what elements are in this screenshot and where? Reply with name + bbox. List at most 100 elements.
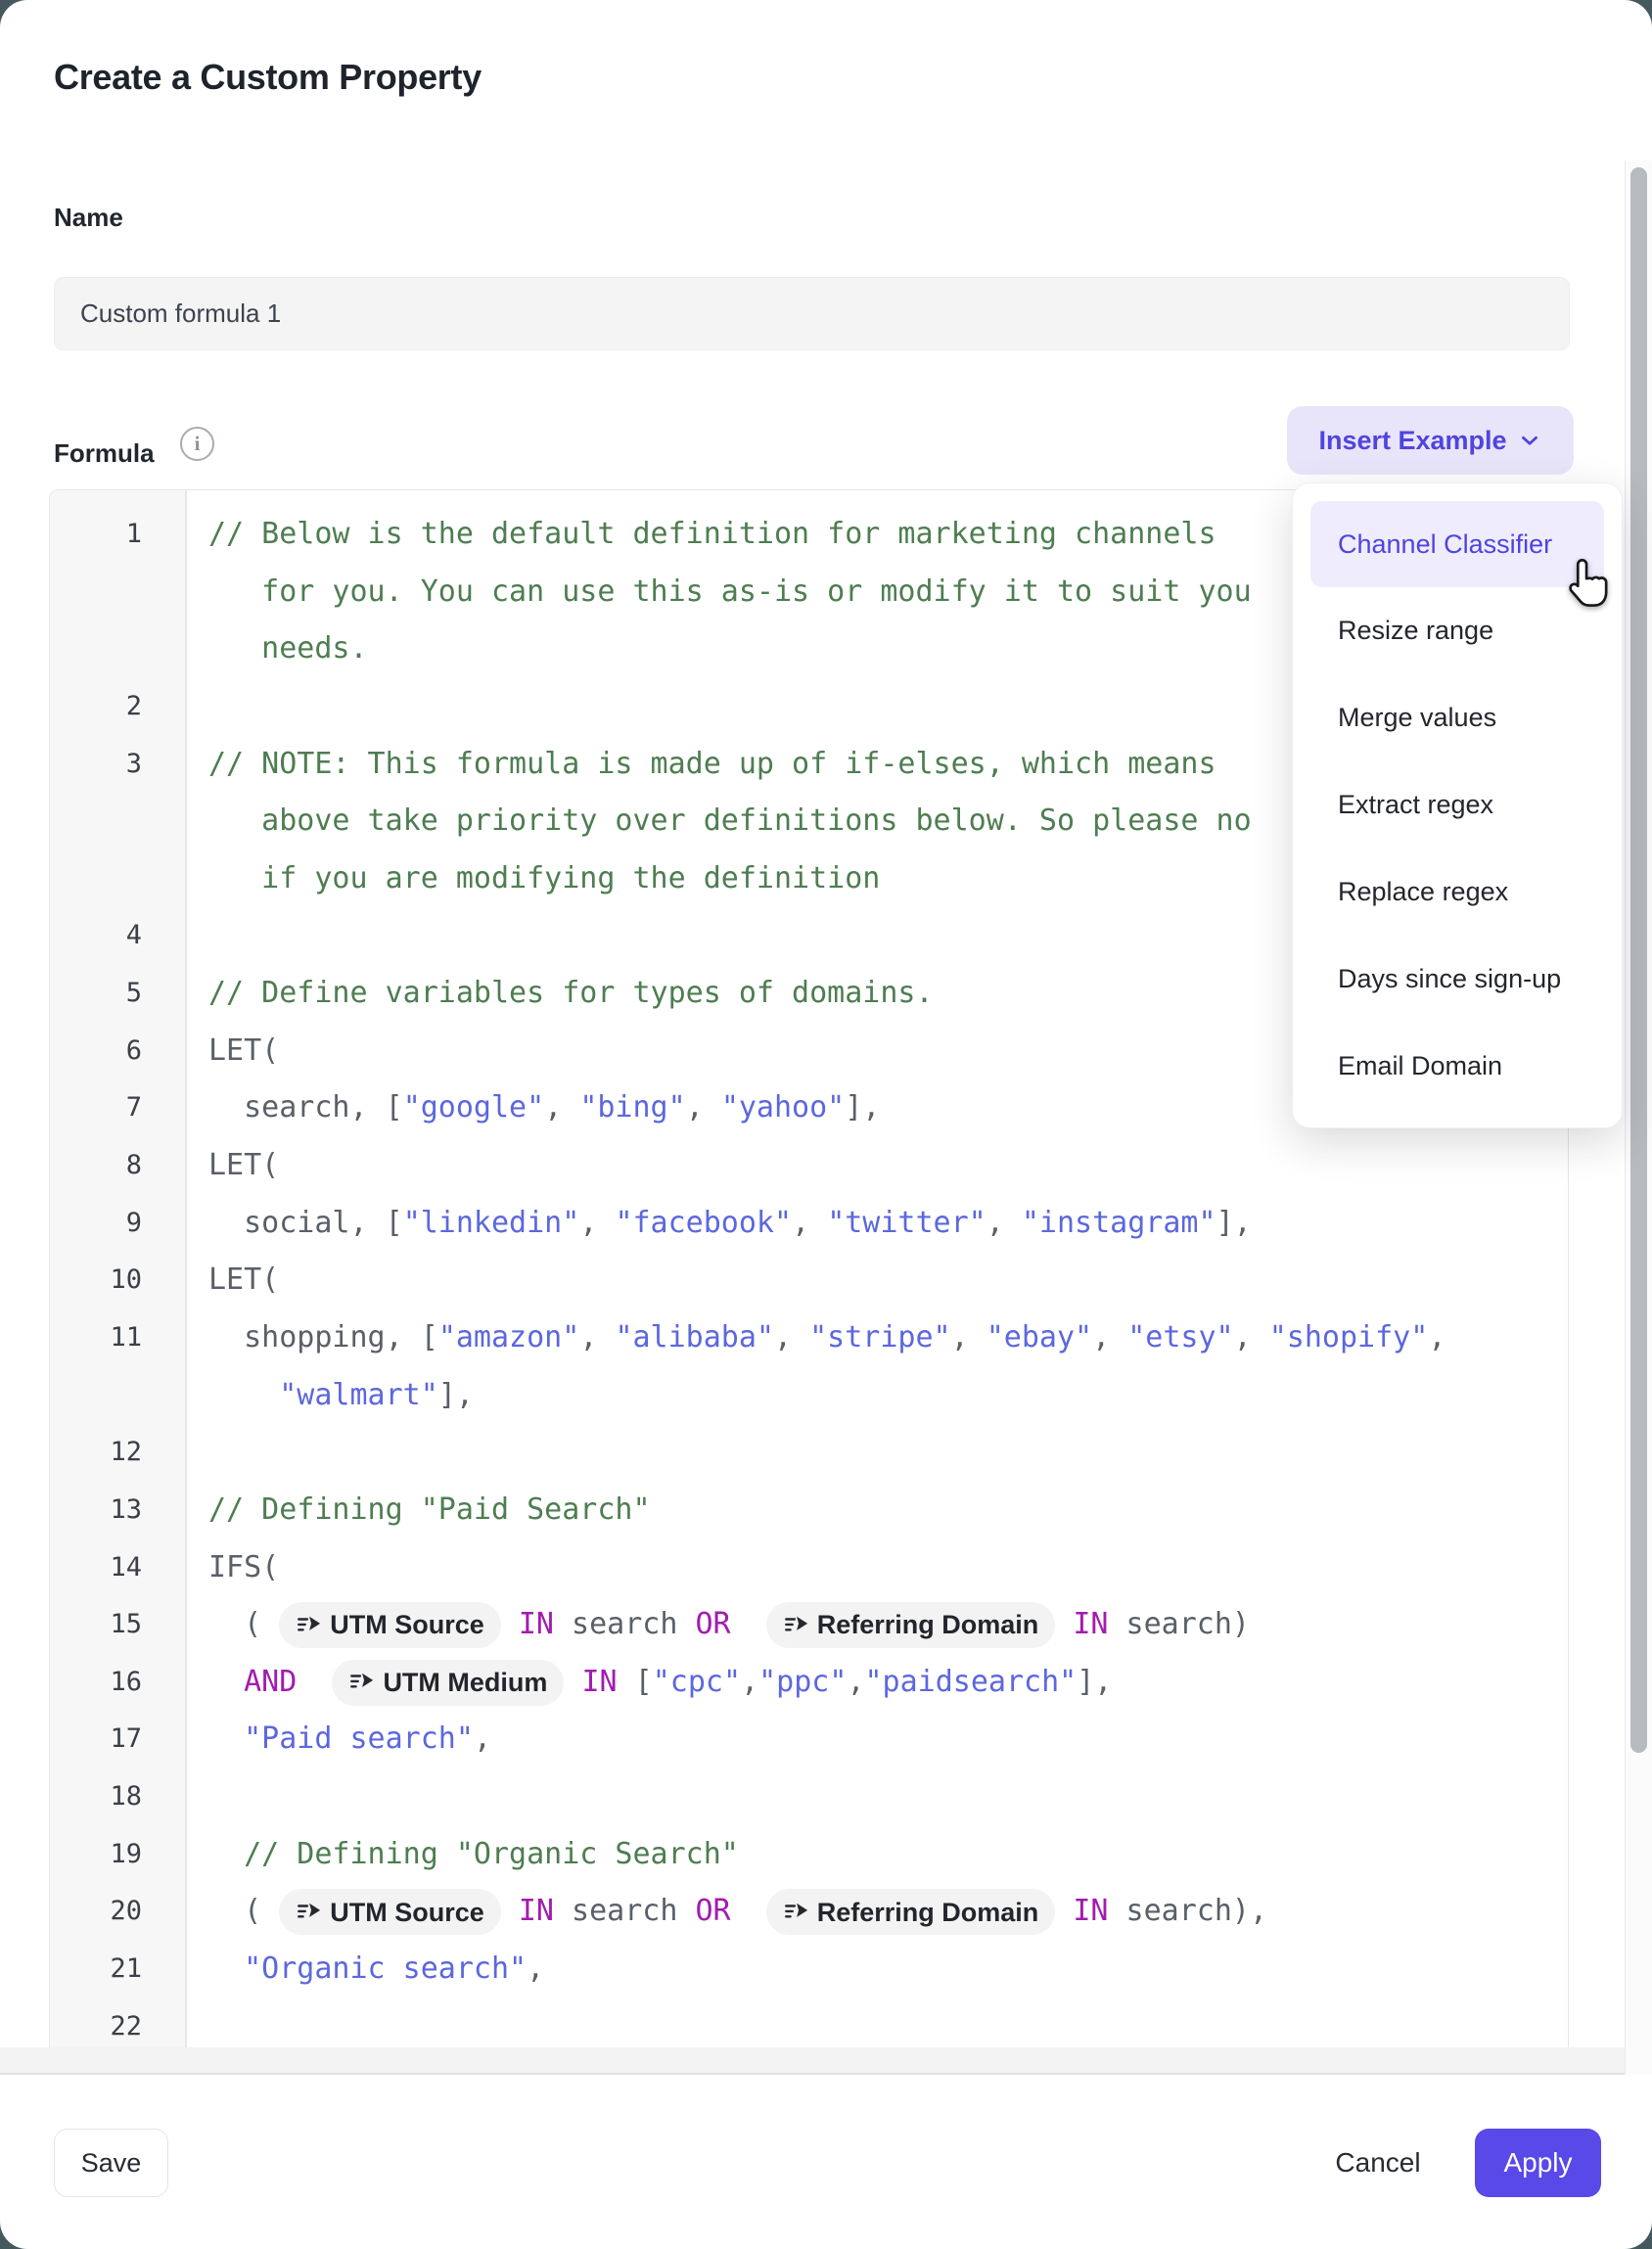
line-number: 20 xyxy=(50,1883,185,1941)
line-number: 9 xyxy=(50,1195,185,1253)
code-token: , xyxy=(741,1665,758,1699)
code-token xyxy=(1055,1607,1073,1641)
code-token: IN xyxy=(1073,1607,1108,1641)
code-token xyxy=(731,1607,766,1641)
code-token: "yahoo" xyxy=(721,1090,845,1124)
code-line: "Paid search", xyxy=(185,1711,1568,1768)
code-row: 9 social, ["linkedin", "facebook", "twit… xyxy=(50,1195,1568,1253)
property-chip-label: Referring Domain xyxy=(817,1596,1039,1654)
code-token: // NOTE: This formula is made up of if-e… xyxy=(208,747,1216,781)
code-row: 12 xyxy=(50,1424,1568,1482)
property-chip-utm-source[interactable]: UTM Source xyxy=(279,1602,501,1648)
code-token: IN xyxy=(582,1665,618,1699)
line-number xyxy=(50,564,185,621)
code-token: "amazon" xyxy=(438,1320,580,1354)
dialog-title: Create a Custom Property xyxy=(54,57,482,98)
line-number xyxy=(50,620,185,678)
property-chip-label: UTM Source xyxy=(330,1596,484,1654)
property-chip-referring-domain[interactable]: Referring Domain xyxy=(766,1889,1056,1935)
property-chip-utm-source[interactable]: UTM Source xyxy=(279,1889,501,1935)
code-token: search) xyxy=(1108,1607,1250,1641)
code-token: ( xyxy=(208,1607,279,1641)
code-token: search), xyxy=(1108,1894,1267,1928)
name-input[interactable] xyxy=(54,277,1570,350)
code-line: // Defining "Paid Search" xyxy=(185,1482,1568,1539)
code-token xyxy=(208,1665,244,1699)
code-token: LET( xyxy=(208,1148,279,1182)
code-token: , xyxy=(544,1090,579,1124)
apply-button[interactable]: Apply xyxy=(1475,2129,1601,2197)
code-row: 22 xyxy=(50,1998,1568,2047)
code-token: "linkedin" xyxy=(403,1206,580,1240)
menu-item-extract-regex[interactable]: Extract regex xyxy=(1310,761,1604,849)
menu-item-email-domain[interactable]: Email Domain xyxy=(1310,1023,1604,1110)
code-token: , xyxy=(951,1320,987,1354)
line-number: 12 xyxy=(50,1424,185,1482)
line-number: 22 xyxy=(50,1998,185,2047)
code-token: "bing" xyxy=(579,1090,685,1124)
code-token: "stripe" xyxy=(809,1320,951,1354)
list-pointer-icon xyxy=(783,1613,808,1638)
code-token: "ebay" xyxy=(987,1320,1092,1354)
code-token: OR xyxy=(695,1607,730,1641)
code-token: LET( xyxy=(208,1033,279,1068)
line-number: 14 xyxy=(50,1539,185,1597)
line-number: 16 xyxy=(50,1654,185,1712)
code-line: IFS( xyxy=(185,1539,1568,1597)
code-token: search xyxy=(554,1894,696,1928)
code-row: 21 "Organic search", xyxy=(50,1941,1568,1998)
code-token xyxy=(564,1665,581,1699)
code-token xyxy=(297,1665,332,1699)
code-line xyxy=(185,1998,1568,2047)
code-line: AND UTM Medium IN ["cpc","ppc","paidsear… xyxy=(185,1654,1568,1712)
code-token: if you are modifying the definition xyxy=(208,861,880,895)
code-token: ], xyxy=(845,1090,880,1124)
dialog-scrollbar-track[interactable] xyxy=(1625,161,1652,2075)
code-token: IN xyxy=(1073,1894,1108,1928)
code-token: , xyxy=(847,1665,864,1699)
code-token: "facebook" xyxy=(615,1206,792,1240)
code-row: 19 // Defining "Organic Search" xyxy=(50,1826,1568,1884)
code-token: // Defining "Organic Search" xyxy=(208,1837,739,1871)
line-number: 15 xyxy=(50,1596,185,1654)
code-token: ( xyxy=(208,1894,279,1928)
line-number: 17 xyxy=(50,1711,185,1768)
property-chip-label: Referring Domain xyxy=(817,1884,1039,1942)
code-token: IFS( xyxy=(208,1550,279,1584)
code-token xyxy=(731,1894,766,1928)
menu-item-channel-classifier[interactable]: Channel Classifier xyxy=(1310,501,1604,587)
menu-item-merge-values[interactable]: Merge values xyxy=(1310,674,1604,761)
code-line: ( UTM Source IN search OR Referring Doma… xyxy=(185,1596,1568,1654)
code-token: "shopify" xyxy=(1269,1320,1429,1354)
code-token: ], xyxy=(1216,1206,1252,1240)
code-token: , xyxy=(1092,1320,1127,1354)
code-token: "paidsearch" xyxy=(865,1665,1078,1699)
property-chip-utm-medium[interactable]: UTM Medium xyxy=(332,1660,564,1706)
save-button[interactable]: Save xyxy=(54,2129,168,2197)
code-row: 13// Defining "Paid Search" xyxy=(50,1482,1568,1539)
menu-item-resize-range[interactable]: Resize range xyxy=(1310,587,1604,674)
code-token: , xyxy=(1234,1320,1269,1354)
code-line xyxy=(185,1424,1568,1482)
insert-example-button[interactable]: Insert Example xyxy=(1287,406,1574,475)
info-icon[interactable]: i xyxy=(180,427,214,461)
code-token: above take priority over definitions bel… xyxy=(208,803,1252,838)
code-token: "instagram" xyxy=(1022,1206,1216,1240)
code-token: , xyxy=(987,1206,1022,1240)
cancel-button[interactable]: Cancel xyxy=(1319,2129,1437,2197)
menu-item-days-since-sign-up[interactable]: Days since sign-up xyxy=(1310,936,1604,1023)
code-token: "alibaba" xyxy=(615,1320,774,1354)
line-number: 7 xyxy=(50,1079,185,1137)
code-token: , xyxy=(474,1721,491,1756)
code-token: needs. xyxy=(208,631,368,666)
dialog-scrollbar-thumb[interactable] xyxy=(1630,167,1647,1753)
property-chip-referring-domain[interactable]: Referring Domain xyxy=(766,1602,1056,1648)
screen: Create a Custom Property Name Formula i … xyxy=(0,0,1652,2249)
code-line: "Organic search", xyxy=(185,1941,1568,1998)
code-line: ( UTM Source IN search OR Referring Doma… xyxy=(185,1883,1568,1941)
line-number xyxy=(50,793,185,850)
code-token: // Below is the default definition for m… xyxy=(208,517,1216,551)
menu-item-replace-regex[interactable]: Replace regex xyxy=(1310,849,1604,936)
code-token xyxy=(501,1894,519,1928)
create-custom-property-dialog: Create a Custom Property Name Formula i … xyxy=(0,0,1652,2249)
